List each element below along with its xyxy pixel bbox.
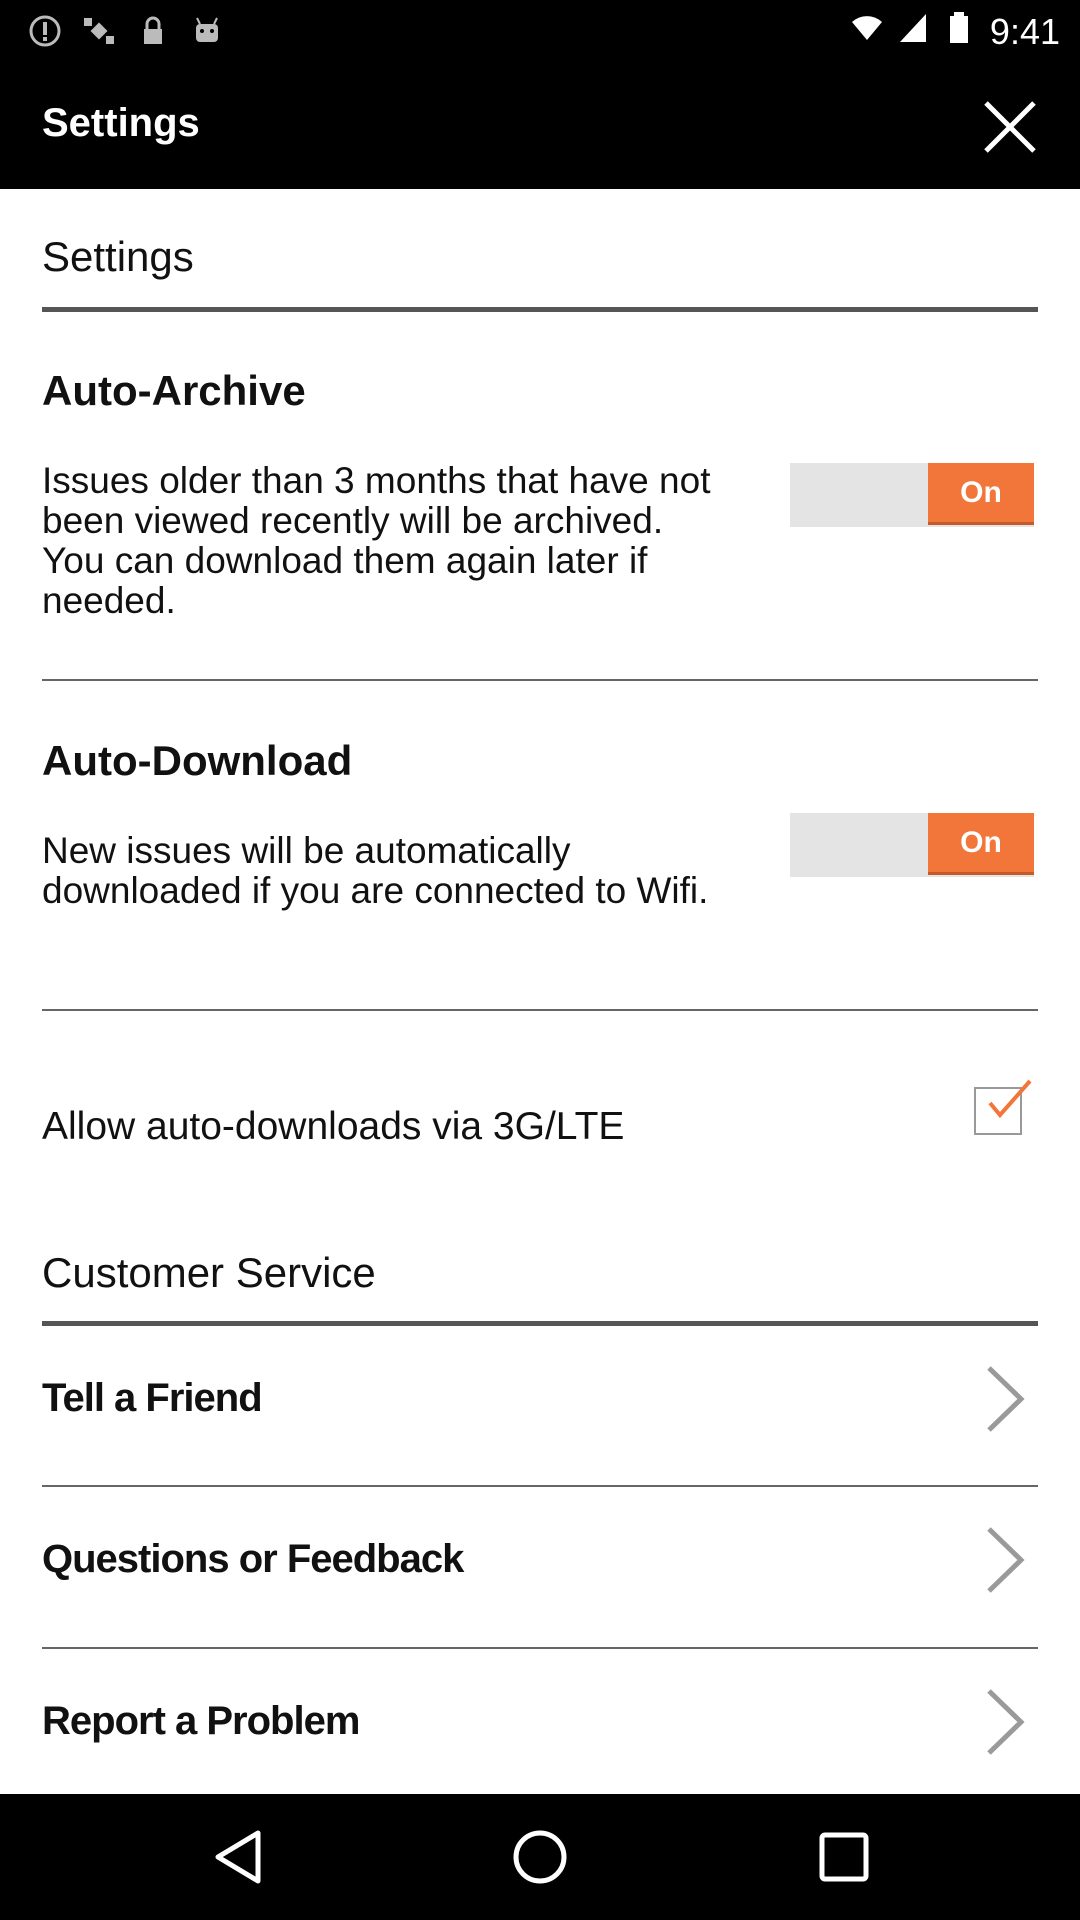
toggle-knob: On xyxy=(928,463,1034,525)
close-button[interactable] xyxy=(974,91,1046,163)
checkmark-icon xyxy=(988,1079,1032,1119)
chevron-right-icon xyxy=(987,1366,1025,1432)
auto-archive-toggle[interactable]: On xyxy=(790,463,1034,527)
home-button[interactable] xyxy=(510,1827,570,1887)
toggle-knob: On xyxy=(928,813,1034,875)
app-bar: Settings xyxy=(0,63,1080,189)
status-notification-icons xyxy=(28,14,224,48)
android-icon xyxy=(190,14,224,48)
auto-download-description: New issues will be automatically downloa… xyxy=(42,830,709,911)
auto-download-title: Auto-Download xyxy=(42,737,353,784)
cellular-download-label: Allow auto-downloads via 3G/LTE xyxy=(42,1105,625,1148)
questions-feedback-row[interactable]: Questions or Feedback xyxy=(0,1487,1080,1647)
recents-button[interactable] xyxy=(814,1827,874,1887)
home-icon xyxy=(513,1830,567,1884)
auto-download-toggle[interactable]: On xyxy=(790,813,1034,877)
system-nav-bar xyxy=(0,1794,1080,1920)
fake-gps-icon xyxy=(82,14,116,48)
cellular-download-checkbox[interactable] xyxy=(974,1079,1032,1135)
tell-a-friend-label: Tell a Friend xyxy=(42,1376,263,1420)
section-header-settings: Settings xyxy=(42,233,194,280)
questions-feedback-label: Questions or Feedback xyxy=(42,1537,464,1581)
divider xyxy=(42,679,1038,681)
back-icon xyxy=(215,1830,261,1884)
report-problem-label: Report a Problem xyxy=(42,1699,360,1743)
report-problem-row[interactable]: Report a Problem xyxy=(0,1649,1080,1809)
tell-a-friend-row[interactable]: Tell a Friend xyxy=(0,1326,1080,1486)
status-bar: 9:41 xyxy=(0,0,1080,63)
signal-icon xyxy=(898,10,928,53)
lock-icon xyxy=(136,14,170,48)
status-system-icons: 9:41 xyxy=(851,10,1060,53)
settings-content: Settings Auto-Archive Issues older than … xyxy=(0,189,1080,1794)
battery-icon xyxy=(944,10,974,53)
wifi-icon xyxy=(851,10,882,53)
recents-icon xyxy=(819,1832,869,1882)
section-header-customer-service: Customer Service xyxy=(42,1249,376,1296)
section-divider xyxy=(42,307,1038,312)
page-title: Settings xyxy=(42,101,200,145)
chevron-right-icon xyxy=(987,1689,1025,1755)
auto-archive-title: Auto-Archive xyxy=(42,367,306,414)
chevron-right-icon xyxy=(987,1527,1025,1593)
close-icon xyxy=(984,101,1036,153)
divider xyxy=(42,1009,1038,1011)
alert-icon xyxy=(28,14,62,48)
clock: 9:41 xyxy=(989,10,1060,52)
auto-archive-description: Issues older than 3 months that have not… xyxy=(42,460,711,621)
back-button[interactable] xyxy=(208,1827,268,1887)
